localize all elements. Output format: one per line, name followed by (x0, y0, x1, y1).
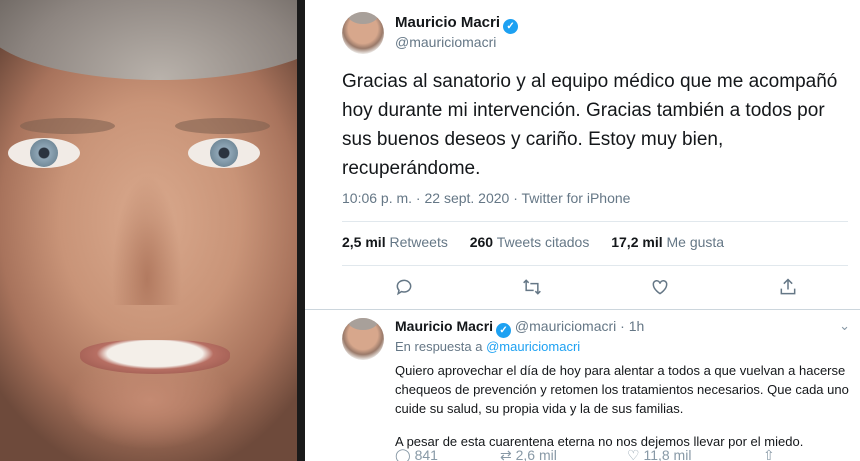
reply-paragraph: A pesar de esta cuarentena eterna no nos… (395, 434, 804, 449)
reply-share-action[interactable]: ⇧ (763, 448, 775, 461)
photo-left-eye (8, 138, 80, 168)
photo-hair (0, 0, 305, 80)
reply-author-avatar[interactable] (342, 318, 384, 360)
heart-icon[interactable] (649, 277, 671, 299)
divider (305, 309, 860, 310)
photo-right-eye (188, 138, 260, 168)
comment-icon[interactable] (393, 277, 415, 299)
reply-author-handle[interactable]: @mauriciomacri (515, 318, 616, 334)
author-name[interactable]: Mauricio Macri (395, 14, 500, 31)
reply-time[interactable]: · 1h (620, 318, 644, 334)
reply-author-name[interactable]: Mauricio Macri (395, 318, 493, 334)
divider (342, 265, 848, 266)
photo-right-brow (175, 118, 270, 134)
photo-nose (112, 175, 182, 305)
photo-left-brow (20, 118, 115, 134)
retweet-icon[interactable] (521, 277, 543, 299)
tweet-panel: Mauricio Macri ✓ @mauriciomacri Gracias a… (305, 0, 860, 461)
reply-comment-action[interactable]: ◯ 841 (395, 448, 438, 461)
in-reply-to-link[interactable]: @mauriciomacri (486, 339, 580, 354)
divider (342, 221, 848, 222)
photo-divider (297, 0, 305, 461)
photo-mouth (80, 340, 230, 374)
quotes-stat[interactable]: 260 Tweets citados (470, 234, 590, 250)
portrait-photo (0, 0, 305, 461)
reply-paragraph: Quiero aprovechar el día de hoy para ale… (395, 363, 849, 416)
reply-text: Quiero aprovechar el día de hoy para ale… (395, 361, 857, 451)
reply-like-action[interactable]: ♡ 11,8 mil (627, 448, 691, 461)
share-icon[interactable] (777, 277, 799, 299)
author-handle[interactable]: @mauriciomacri (395, 34, 496, 50)
author-name-row[interactable]: Mauricio Macri ✓ (395, 14, 519, 34)
tweet-timestamp[interactable]: 10:06 p. m. · 22 sept. 2020 · Twitter fo… (342, 190, 630, 206)
likes-stat[interactable]: 17,2 mil Me gusta (611, 234, 724, 250)
reply-header: Mauricio Macri ✓ @mauriciomacri · 1h (395, 318, 644, 338)
verified-badge-icon: ✓ (503, 19, 519, 34)
verified-badge-icon: ✓ (496, 323, 512, 338)
retweets-stat[interactable]: 2,5 mil Retweets (342, 234, 448, 250)
reply-retweet-action[interactable]: ⇄ 2,6 mil (500, 448, 557, 461)
tweet-text: Gracias al sanatorio y al equipo médico … (342, 71, 838, 179)
chevron-down-icon[interactable]: ⌄ (839, 318, 850, 334)
author-avatar[interactable] (342, 12, 384, 54)
in-reply-to: En respuesta a @mauriciomacri (395, 339, 581, 354)
tweet-stats: 2,5 mil Retweets 260 Tweets citados 17,2… (342, 234, 742, 250)
